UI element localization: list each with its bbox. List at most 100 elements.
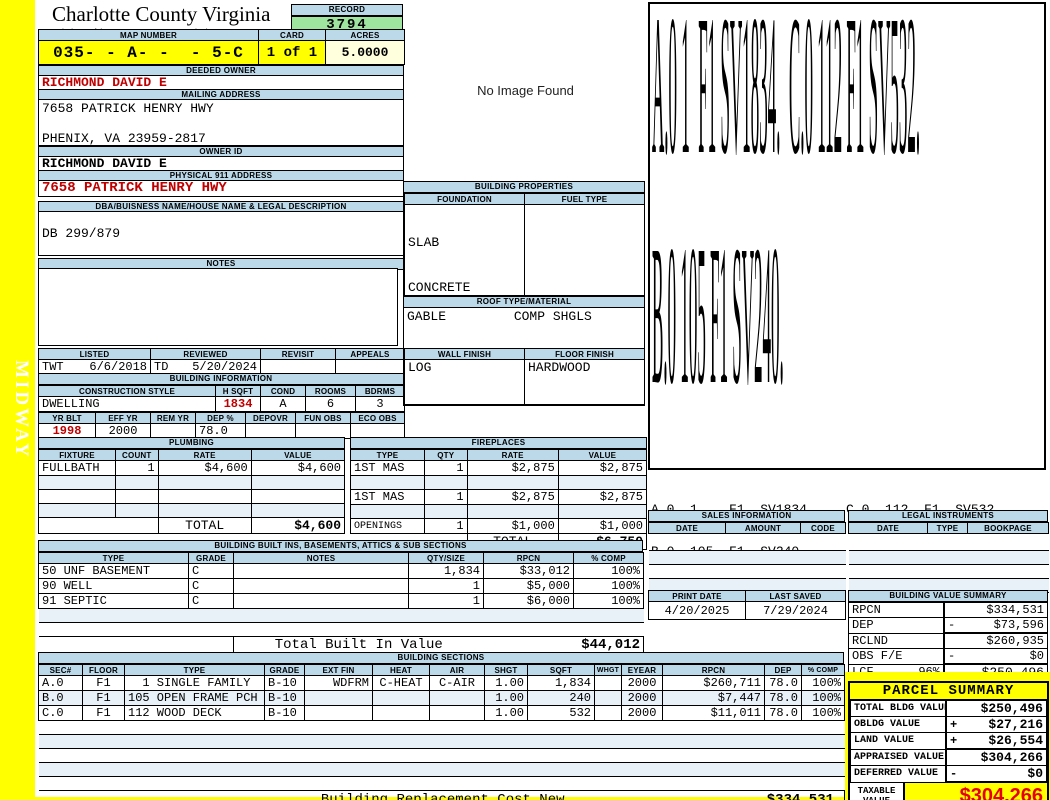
parcel-sign: [944, 748, 961, 766]
parcel-summary-title: PARCEL SUMMARY: [850, 683, 1047, 700]
building-value-summary: BUILDING VALUE SUMMARY RPCN $334,531 DEP…: [847, 590, 1049, 681]
empty-row: [38, 475, 346, 490]
parcel-label: OBLDG VALUE: [849, 716, 947, 733]
summary-row: DEP - $73,596: [847, 617, 1049, 634]
legal-description: DB 299/879: [42, 226, 121, 241]
empty-row: [38, 762, 845, 777]
builtins-col-rpcn: RPCN: [483, 552, 574, 564]
sales-information: SALES INFORMATION DATE AMOUNT CODE: [648, 510, 846, 593]
empty-row: [38, 608, 644, 623]
grade: B-10: [264, 690, 305, 706]
funobs-label: FUN OBS: [295, 412, 351, 424]
comp: 100%: [801, 675, 845, 691]
summary-row: RPCN $334,531: [847, 602, 1049, 618]
sqft: 240: [527, 690, 595, 706]
wall-finish-value: LOG: [404, 359, 525, 405]
review-table: LISTED REVIEWED REVISIT APPEALS TWT 6/6/2…: [38, 348, 405, 375]
floor-col: FLOOR: [82, 664, 125, 676]
bi-comp: 100%: [573, 563, 644, 579]
bi-notes: [233, 578, 409, 594]
listed-by: TWT: [42, 360, 64, 374]
wall-finish-label: WALL FINISH: [404, 348, 525, 360]
parcel-amount: $250,496: [960, 700, 1048, 717]
empty-row: [38, 622, 644, 637]
summary-label: OBS F/E: [847, 648, 945, 665]
roof-type-value: GABLE: [407, 309, 447, 324]
plumbing-col-fixture: FIXTURE: [38, 449, 116, 461]
summary-label: DEP: [847, 617, 945, 634]
dep: 78.0: [764, 690, 802, 706]
summary-sign: -: [942, 617, 959, 634]
bi-type: 91 SEPTIC: [38, 593, 189, 609]
summary-row: OBS F/E - $0: [847, 648, 1049, 665]
bdrms-label: BDRMS: [355, 385, 405, 397]
print-info: PRINT DATE LAST SAVED 4/20/2025 7/29/202…: [648, 590, 846, 620]
remyr-label: REM YR: [150, 412, 196, 424]
bi-type: 50 UNF BASEMENT: [38, 563, 189, 579]
rooms-label: ROOMS: [305, 385, 356, 397]
comp: 100%: [801, 705, 845, 721]
extfin-col: EXT FIN: [304, 664, 373, 676]
listed-label: LISTED: [38, 348, 151, 360]
value: $4,600: [250, 460, 346, 476]
builtin-row: 90 WELL C 1 $5,000 100%: [38, 578, 644, 594]
hsqft-label: H SQFT: [215, 385, 261, 397]
section-row: C.0 F1 112 WOOD DECK B-10 1.00 532 2000 …: [38, 705, 845, 721]
fire-rate: $2,875: [466, 489, 559, 505]
empty-row: [848, 564, 1049, 579]
plumbing-table: PLUMBING FIXTURE COUNT RATE VALUE FULLBA…: [38, 437, 346, 534]
whgt: [594, 705, 622, 721]
map-number-value: 035- - A- - - 5-C: [38, 40, 259, 65]
comp-col: % COMP: [801, 664, 845, 676]
empty-row: [848, 533, 1049, 551]
map-number-label: MAP NUMBER: [38, 29, 259, 41]
plumbing-total-row: TOTAL $4,600: [38, 517, 346, 534]
builtins-total-row: Total Built In Value $44,012: [38, 636, 644, 654]
parcel-row: TOTAL BLDG VALUE $250,496: [849, 700, 1048, 717]
grade: B-10: [264, 675, 305, 691]
builtins-col-qty: QTY/SIZE: [408, 552, 484, 564]
empty-row: [848, 550, 1049, 565]
fire-col-value: VALUE: [557, 449, 648, 461]
section-row: A.0 F1 1 SINGLE FAMILY B-10 WDFRM C-HEAT…: [38, 675, 845, 691]
plumbing-col-count: COUNT: [115, 449, 159, 461]
roof-material-value: COMP SHGLS: [513, 309, 592, 324]
sec: A.0: [38, 675, 83, 691]
air: C-AIR: [429, 675, 485, 691]
air-col: AIR: [429, 664, 485, 676]
fire-col-type: TYPE: [350, 449, 425, 461]
property-record-card: MIDWAY Charlotte County Virginia Commiss…: [0, 0, 1050, 800]
fireplaces-title: FIREPLACES: [350, 437, 647, 449]
fire-value: $1,000: [557, 518, 648, 534]
building-sections-title: BUILDING SECTIONS: [38, 652, 844, 664]
plumbing-total-label: TOTAL: [157, 517, 252, 534]
rpcn: $11,011: [662, 705, 765, 721]
fire-qty: 1: [424, 489, 468, 505]
construction-style-value: DWELLING: [38, 396, 216, 412]
building-properties: BUILDING PROPERTIES FOUNDATION FUEL TYPE…: [403, 181, 645, 406]
sales-col-code: CODE: [800, 522, 846, 534]
effyr-label: EFF YR: [95, 412, 151, 424]
last-saved-label: LAST SAVED: [745, 590, 846, 602]
floor: F1: [82, 690, 125, 706]
rpcn: $260,711: [662, 675, 765, 691]
bi-notes: [233, 563, 409, 579]
parcel-amount: $304,266: [960, 748, 1048, 766]
summary-sign: [942, 632, 959, 649]
empty-row: [350, 504, 648, 519]
fuel-type-value: [524, 204, 645, 296]
district-label: MIDWAY: [11, 360, 32, 460]
bi-qty: 1: [408, 593, 484, 609]
fire-col-qty: QTY: [424, 449, 468, 461]
fire-value: $2,875: [557, 489, 648, 505]
parcel-label: TOTAL BLDG VALUE: [849, 700, 947, 717]
card-label: CARD: [258, 29, 326, 41]
builtins-total-label: Total Built In Value: [233, 636, 484, 654]
sec: B.0: [38, 690, 83, 706]
fireplace-row: OPENINGS 1 $1,000 $1,000: [350, 518, 648, 534]
fire-rate: $1,000: [466, 518, 559, 534]
extfin: WDFRM: [304, 675, 373, 691]
taxable-value: $304,266: [905, 783, 1047, 800]
rooms-value: 6: [305, 396, 356, 412]
sqft-col: SQFT: [527, 664, 595, 676]
